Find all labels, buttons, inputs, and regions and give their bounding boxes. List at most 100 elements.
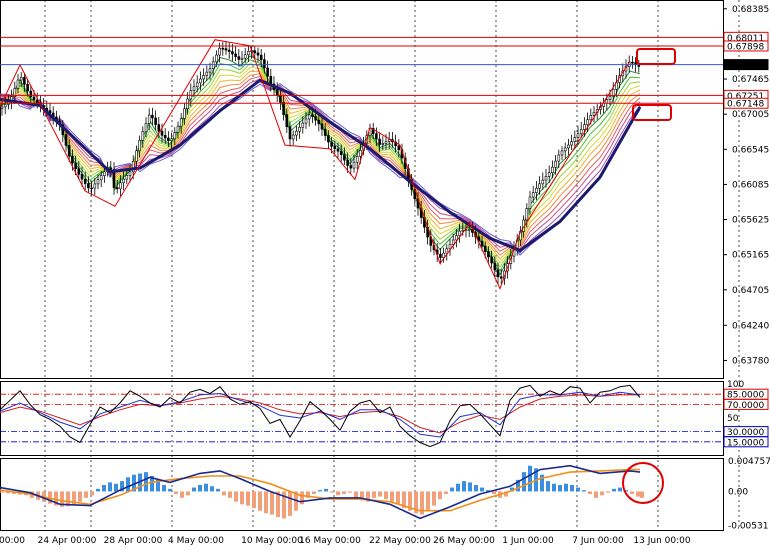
macd-histogram-bar <box>240 491 244 505</box>
macd-histogram-bar <box>174 491 178 494</box>
candle-body <box>499 276 503 279</box>
candle-body <box>266 67 269 77</box>
macd-histogram-bar <box>640 491 644 498</box>
candle-body <box>253 50 257 54</box>
candle-body <box>455 235 458 241</box>
candle-body <box>605 99 609 104</box>
price-level-label: 0.67148 <box>727 100 764 110</box>
candle-body <box>26 83 29 92</box>
candle-body <box>77 168 81 175</box>
candle-body <box>19 77 23 81</box>
candle-body <box>323 128 327 136</box>
candle-body <box>355 156 359 163</box>
candle-body <box>330 141 333 147</box>
price-tick-label: 0.65165 <box>732 251 769 261</box>
candle-body <box>295 130 298 136</box>
candle-body <box>208 68 212 73</box>
candle-body <box>541 179 545 185</box>
candle-body <box>157 124 161 132</box>
candle-body <box>547 172 551 177</box>
candle-body <box>573 137 577 142</box>
candle-body <box>381 143 385 145</box>
candle-body <box>535 187 538 193</box>
macd-histogram-bar <box>384 491 388 500</box>
candle-body <box>496 269 500 278</box>
candle-body <box>298 126 301 132</box>
macd-panel <box>0 462 664 520</box>
macd-histogram-bar <box>144 472 148 492</box>
macd-histogram-bar <box>342 491 346 494</box>
trading-chart[interactable]: 0.683850.679250.674650.670050.665450.660… <box>0 0 770 550</box>
candle-body <box>93 183 97 189</box>
price-tick-label: 0.64705 <box>732 286 769 296</box>
macd-histogram-bar <box>378 491 382 497</box>
oscillator-panel <box>0 384 723 448</box>
candle-body <box>256 52 260 56</box>
osc-level-label: 15.0000 <box>727 438 764 448</box>
candle-body <box>291 134 295 140</box>
candle-body <box>288 126 292 140</box>
macd-histogram-bar <box>432 491 436 506</box>
macd-histogram-bar <box>618 487 622 492</box>
candle-body <box>173 132 177 140</box>
candle-body <box>544 176 548 181</box>
macd-histogram-bar <box>606 491 610 493</box>
panel-frame-1 <box>0 381 724 456</box>
macd-histogram-bar <box>522 472 526 492</box>
macd-histogram-bar <box>474 485 478 492</box>
candle-body <box>490 256 493 264</box>
candle-body <box>64 134 68 146</box>
macd-histogram-bar <box>168 488 172 492</box>
price-tick-label: 0.63780 <box>732 356 769 366</box>
macd-histogram-bar <box>546 481 550 492</box>
candle-body <box>67 145 71 157</box>
macd-histogram-bar <box>450 487 454 492</box>
candle-body <box>205 71 209 76</box>
candle-body <box>525 208 529 221</box>
candle-body <box>211 61 215 70</box>
candle-body <box>285 114 289 128</box>
macd-histogram-bar <box>186 491 190 496</box>
price-tick-label: 0.67005 <box>732 110 769 120</box>
candle-body <box>183 108 186 119</box>
candle-body <box>231 51 234 55</box>
macd-histogram-bar <box>570 485 574 492</box>
candle-body <box>560 150 564 156</box>
candle-body <box>557 154 561 162</box>
candle-body <box>247 51 250 56</box>
candle-body <box>531 192 535 198</box>
time-label: 10 May 00:00 <box>241 536 303 546</box>
macd-histogram-bar <box>318 490 322 492</box>
time-label: 28 Apr 00:00 <box>104 536 163 546</box>
macd-histogram-bar <box>330 491 334 493</box>
candle-body <box>439 253 442 258</box>
time-label: 7 Jun 00:00 <box>572 536 624 546</box>
candle-body <box>275 89 279 96</box>
candle-body <box>279 95 282 103</box>
candle-body <box>576 133 580 138</box>
macd-histogram-bar <box>444 491 448 494</box>
candle-body <box>314 116 317 121</box>
candle-body <box>160 130 164 136</box>
candle-body <box>221 47 225 50</box>
macd-histogram-bar <box>246 491 250 506</box>
candle-body <box>163 135 167 139</box>
macd-histogram-bar <box>324 488 328 492</box>
candle-body <box>563 147 567 152</box>
candle-body <box>327 135 330 143</box>
macd-histogram-bar <box>492 491 496 494</box>
candle-body <box>333 146 337 150</box>
macd-histogram-bar <box>636 491 640 497</box>
candle-body <box>301 122 305 128</box>
candle-body <box>240 57 244 60</box>
macd-histogram-bar <box>576 487 580 492</box>
candle-body <box>16 79 20 89</box>
candle-body <box>349 165 353 169</box>
candle-body <box>480 240 484 247</box>
candle-body <box>589 115 593 121</box>
candle-body <box>269 75 273 85</box>
candle-body <box>195 82 199 88</box>
candle-body <box>144 123 148 133</box>
candle-body <box>23 77 26 85</box>
macd-tick-label: 0.00 <box>728 487 748 497</box>
